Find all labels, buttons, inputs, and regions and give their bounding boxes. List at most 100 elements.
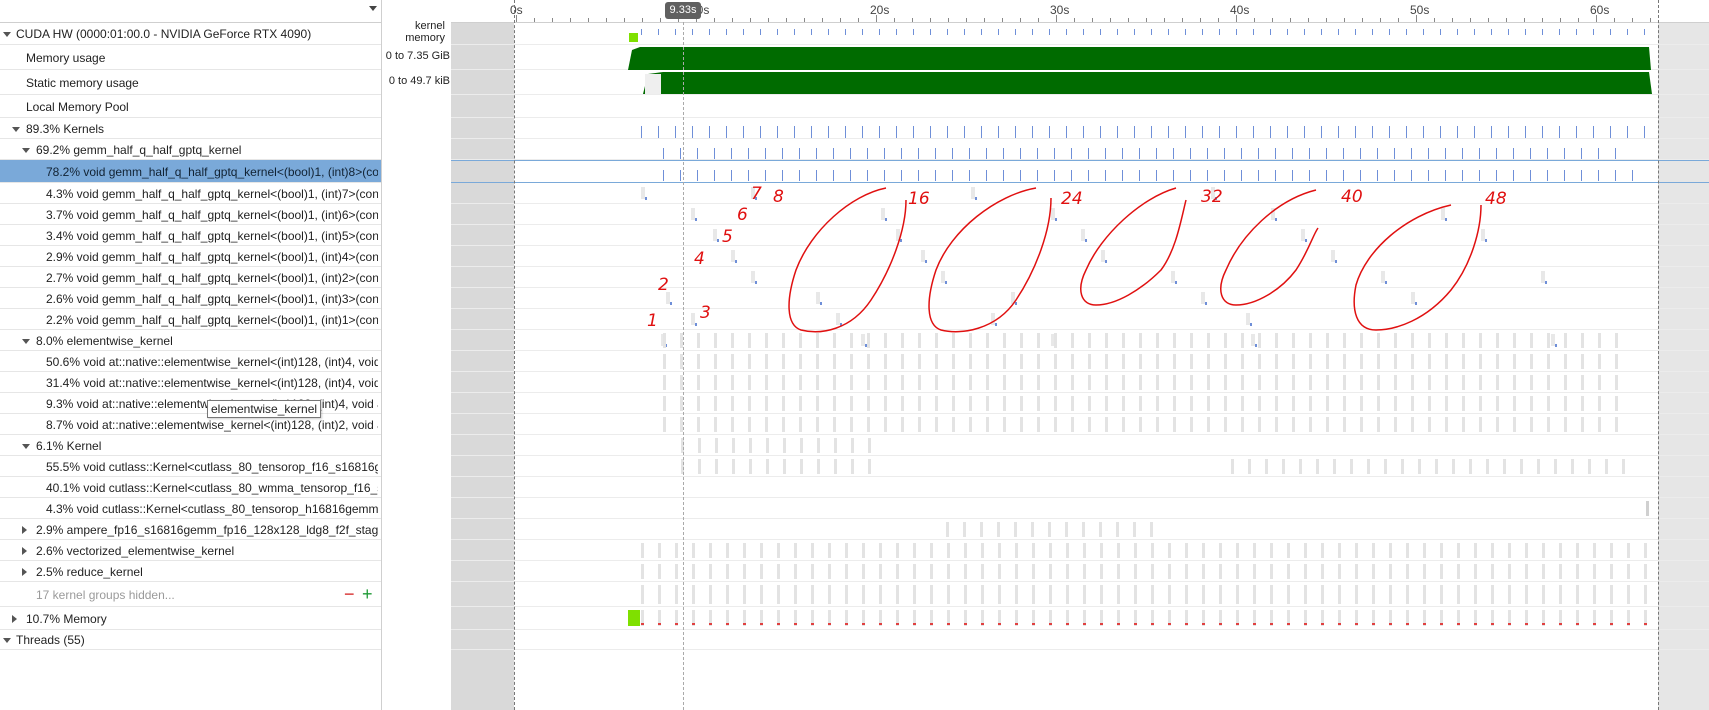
tree-row[interactable]: 4.3% void cutlass::Kernel<cutlass_80_ten… bbox=[0, 498, 381, 519]
expand-down-icon[interactable] bbox=[3, 31, 11, 37]
tree-row[interactable]: 8.0% elementwise_kernel bbox=[0, 330, 381, 351]
kernel-slot bbox=[1462, 417, 1465, 432]
kernel-slot bbox=[836, 313, 840, 325]
kernel-slot bbox=[1304, 543, 1307, 558]
kernel-slot bbox=[1156, 354, 1159, 369]
tree-row[interactable]: 69.2% gemm_half_q_half_gptq_kernel bbox=[0, 139, 381, 160]
kernel-mark bbox=[1491, 126, 1492, 138]
kernel-slot bbox=[964, 543, 967, 558]
kernel-slot bbox=[1258, 375, 1261, 390]
expand-down-icon[interactable] bbox=[3, 638, 11, 643]
kernel-slot bbox=[1088, 396, 1091, 411]
collapse-groups-button[interactable]: − bbox=[344, 585, 355, 603]
activity-mark bbox=[1151, 29, 1152, 35]
tree-row[interactable]: 2.2% void gemm_half_q_half_gptq_kernel<(… bbox=[0, 309, 381, 330]
memory-transfer-mark bbox=[1151, 623, 1154, 625]
kernel-slot bbox=[1481, 229, 1485, 241]
collapse-right-icon[interactable] bbox=[22, 525, 27, 534]
tree-row[interactable]: 9.3% void at::native::elementwise_kernel… bbox=[0, 393, 381, 414]
kernel-mark bbox=[820, 302, 822, 305]
kernel-mark bbox=[782, 170, 783, 181]
tree-row[interactable]: 40.1% void cutlass::Kernel<cutlass_80_wm… bbox=[0, 477, 381, 498]
kernel-mark bbox=[748, 170, 749, 181]
tree-row[interactable]: 55.5% void cutlass::Kernel<cutlass_80_te… bbox=[0, 456, 381, 477]
kernel-mark bbox=[1037, 148, 1038, 159]
kernel-slot bbox=[1564, 396, 1567, 411]
tree-row[interactable]: 3.4% void gemm_half_q_half_gptq_kernel<(… bbox=[0, 225, 381, 246]
tree-row[interactable]: 2.6% vectorized_elementwise_kernel bbox=[0, 540, 381, 561]
tree-row[interactable]: 50.6% void at::native::elementwise_kerne… bbox=[0, 351, 381, 372]
kernel-slot bbox=[1248, 459, 1251, 474]
kernel-mark bbox=[1593, 126, 1594, 138]
expand-down-icon[interactable] bbox=[22, 338, 30, 344]
kernel-slot bbox=[867, 417, 870, 432]
kernel-slot bbox=[1503, 459, 1506, 474]
kernel-slot bbox=[1003, 417, 1006, 432]
tree-row[interactable]: 17 kernel groups hidden... − + bbox=[0, 582, 381, 607]
chevron-down-icon[interactable] bbox=[369, 6, 377, 11]
tree-row[interactable]: CUDA HW (0000:01:00.0 - NVIDIA GeForce R… bbox=[0, 22, 381, 45]
timeline-panel[interactable]: 0s10s20s30s40s50s60s 123456781624324048 … bbox=[451, 0, 1709, 710]
memory-transfer-mark bbox=[1423, 623, 1426, 625]
kernel-slot bbox=[691, 208, 695, 220]
activity-mark bbox=[1168, 29, 1169, 35]
expand-down-icon[interactable] bbox=[12, 126, 20, 132]
kernel-mark bbox=[884, 170, 885, 181]
tree-row[interactable]: Threads (55) bbox=[0, 630, 381, 650]
tree-row[interactable]: 31.4% void at::native::elementwise_kerne… bbox=[0, 372, 381, 393]
tree-row[interactable]: 2.9% ampere_fp16_s16816gemm_fp16_128x128… bbox=[0, 519, 381, 540]
kernel-mark bbox=[641, 126, 642, 138]
kernel-mark bbox=[1385, 281, 1387, 284]
kernel-mark bbox=[1105, 148, 1106, 159]
kernel-mark bbox=[1508, 126, 1509, 138]
kernel-slot bbox=[731, 250, 735, 262]
kernel-slot bbox=[731, 396, 734, 411]
memory-transfer-mark bbox=[896, 623, 899, 625]
memory-transfer-mark bbox=[777, 623, 780, 625]
kernel-slot bbox=[731, 417, 734, 432]
tree-row[interactable]: 2.7% void gemm_half_q_half_gptq_kernel<(… bbox=[0, 267, 381, 288]
collapse-right-icon[interactable] bbox=[22, 567, 27, 576]
kernel-slot bbox=[963, 522, 966, 537]
activity-mark bbox=[692, 29, 693, 35]
kernel-mark bbox=[1292, 170, 1293, 181]
collapse-right-icon[interactable] bbox=[12, 614, 17, 623]
activity-mark bbox=[1627, 29, 1628, 35]
kernel-mark bbox=[1576, 126, 1577, 138]
tree-row[interactable]: 8.7% void at::native::elementwise_kernel… bbox=[0, 414, 381, 435]
kernel-mark bbox=[1190, 170, 1191, 181]
tree-row[interactable]: Static memory usage bbox=[0, 70, 381, 95]
static-memory-band bbox=[643, 72, 1652, 94]
tree-row[interactable]: 2.5% reduce_kernel bbox=[0, 561, 381, 582]
kernel-slot bbox=[1457, 543, 1460, 558]
expand-groups-button[interactable]: + bbox=[362, 585, 373, 603]
kernel-slot bbox=[1100, 543, 1103, 558]
expand-down-icon[interactable] bbox=[22, 147, 30, 153]
kernel-slot bbox=[1139, 333, 1142, 348]
kernel-slot bbox=[1496, 396, 1499, 411]
activity-mark bbox=[1372, 29, 1373, 35]
tree-row[interactable]: 89.3% Kernels bbox=[0, 118, 381, 139]
tree-row[interactable]: 3.7% void gemm_half_q_half_gptq_kernel<(… bbox=[0, 204, 381, 225]
tree-row[interactable]: 2.9% void gemm_half_q_half_gptq_kernel<(… bbox=[0, 246, 381, 267]
collapse-right-icon[interactable] bbox=[22, 546, 27, 555]
tree-row[interactable]: 10.7% Memory bbox=[0, 607, 381, 630]
kernel-slot bbox=[731, 333, 734, 348]
kernel-mark bbox=[1415, 302, 1417, 305]
kernel-slot bbox=[1581, 417, 1584, 432]
kernel-mark bbox=[1071, 148, 1072, 159]
tree-row[interactable]: 2.6% void gemm_half_q_half_gptq_kernel<(… bbox=[0, 288, 381, 309]
kernel-slot bbox=[766, 438, 769, 453]
kernel-mark bbox=[867, 148, 868, 159]
tree-row[interactable]: 6.1% Kernel bbox=[0, 435, 381, 456]
tree-header bbox=[0, 0, 381, 23]
kernel-slot bbox=[1598, 417, 1601, 432]
tree-row[interactable]: Memory usage bbox=[0, 45, 381, 70]
tree-row[interactable]: 78.2% void gemm_half_q_half_gptq_kernel<… bbox=[0, 160, 381, 183]
tree-row[interactable]: Local Memory Pool bbox=[0, 95, 381, 118]
kernel-slot bbox=[1003, 396, 1006, 411]
kernel-slot bbox=[1377, 354, 1380, 369]
expand-down-icon[interactable] bbox=[22, 443, 30, 449]
kernel-mark bbox=[1321, 126, 1322, 138]
tree-row[interactable]: 4.3% void gemm_half_q_half_gptq_kernel<(… bbox=[0, 183, 381, 204]
